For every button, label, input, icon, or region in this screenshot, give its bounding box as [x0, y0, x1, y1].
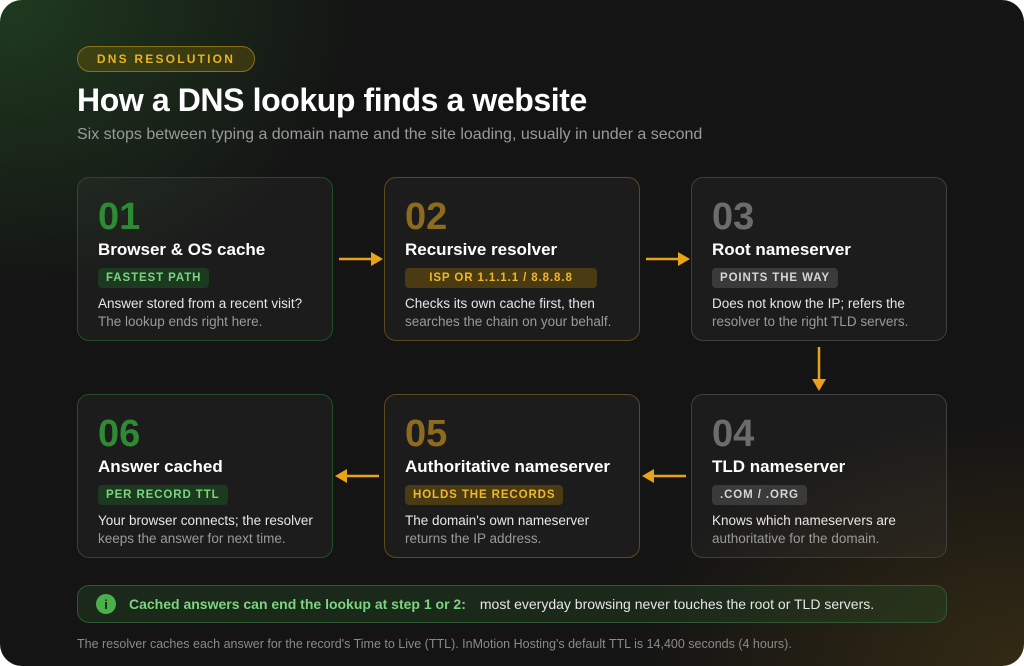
- step-card-06: 06 Answer cached PER RECORD TTL Your bro…: [77, 394, 333, 558]
- step-number: 05: [405, 413, 448, 455]
- note-text: most everyday browsing never touches the…: [479, 596, 875, 612]
- arrow-down-icon: [812, 347, 826, 391]
- step-description: Does not know the IP; refers the resolve…: [712, 295, 926, 331]
- step-title: Browser & OS cache: [98, 240, 266, 259]
- arrow-right-icon: [646, 252, 690, 266]
- step-number: 02: [405, 196, 448, 238]
- arrow-left-icon: [642, 469, 686, 483]
- step-title: Recursive resolver: [405, 240, 558, 259]
- step-title: Answer cached: [98, 457, 223, 476]
- step-badge: PER RECORD TTL: [98, 485, 228, 505]
- step-badge: FASTEST PATH: [98, 268, 210, 288]
- step-number: 01: [98, 196, 141, 238]
- step-number: 04: [712, 413, 755, 455]
- step-description-line2: searches the chain on your behalf.: [405, 314, 612, 329]
- step-description-line1: Your browser connects; the resolver: [98, 513, 313, 528]
- arrow-left-icon: [335, 469, 379, 483]
- step-description-line2: The lookup ends right here.: [98, 314, 263, 329]
- step-card-05: 05 Authoritative nameserver HOLDS THE RE…: [384, 394, 640, 558]
- footnote: The resolver caches each answer for the …: [77, 637, 792, 651]
- step-card-01: 01 Browser & OS cache FASTEST PATH Answe…: [77, 177, 333, 341]
- step-description-line1: Checks its own cache first, then: [405, 296, 595, 311]
- step-badge: POINTS THE WAY: [712, 268, 838, 288]
- arrow-right-icon: [339, 252, 383, 266]
- step-description-line2: authoritative for the domain.: [712, 531, 880, 546]
- step-description: Knows which nameservers are authoritativ…: [712, 512, 926, 548]
- note-highlight: Cached answers can end the lookup at ste…: [129, 596, 466, 612]
- step-description-line1: The domain's own nameserver: [405, 513, 590, 528]
- step-description: Checks its own cache first, then searche…: [405, 295, 619, 331]
- step-badge: HOLDS THE RECORDS: [405, 485, 564, 505]
- step-description-line1: Answer stored from a recent visit?: [98, 296, 303, 311]
- step-badge: ISP OR 1.1.1.1 / 8.8.8.8: [405, 268, 597, 288]
- info-icon: i: [96, 594, 116, 614]
- infographic-frame: DNS RESOLUTION How a DNS lookup finds a …: [0, 0, 1024, 666]
- page-title: How a DNS lookup finds a website: [77, 82, 587, 118]
- step-card-02: 02 Recursive resolver ISP OR 1.1.1.1 / 8…: [384, 177, 640, 341]
- page-subtitle: Six stops between typing a domain name a…: [77, 126, 703, 143]
- step-description-line2: returns the IP address.: [405, 531, 542, 546]
- step-description: The domain's own nameserver returns the …: [405, 512, 619, 548]
- step-description-line2: resolver to the right TLD servers.: [712, 314, 909, 329]
- step-description-line2: keeps the answer for next time.: [98, 531, 286, 546]
- step-badge: .COM / .ORG: [712, 485, 807, 505]
- step-title: Root nameserver: [712, 240, 851, 259]
- step-title: TLD nameserver: [712, 457, 846, 476]
- step-number: 06: [98, 413, 141, 455]
- step-description-line1: Knows which nameservers are: [712, 513, 896, 528]
- cache-note-banner: i Cached answers can end the lookup at s…: [77, 585, 947, 623]
- step-description: Your browser connects; the resolver keep…: [98, 512, 313, 548]
- step-card-03: 03 Root nameserver POINTS THE WAY Does n…: [691, 177, 947, 341]
- step-description: Answer stored from a recent visit? The l…: [98, 295, 312, 331]
- eyebrow-pill: DNS RESOLUTION: [77, 46, 255, 72]
- step-description-line1: Does not know the IP; refers the: [712, 296, 905, 311]
- step-title: Authoritative nameserver: [405, 457, 611, 476]
- step-number: 03: [712, 196, 755, 238]
- step-card-04: 04 TLD nameserver .COM / .ORG Knows whic…: [691, 394, 947, 558]
